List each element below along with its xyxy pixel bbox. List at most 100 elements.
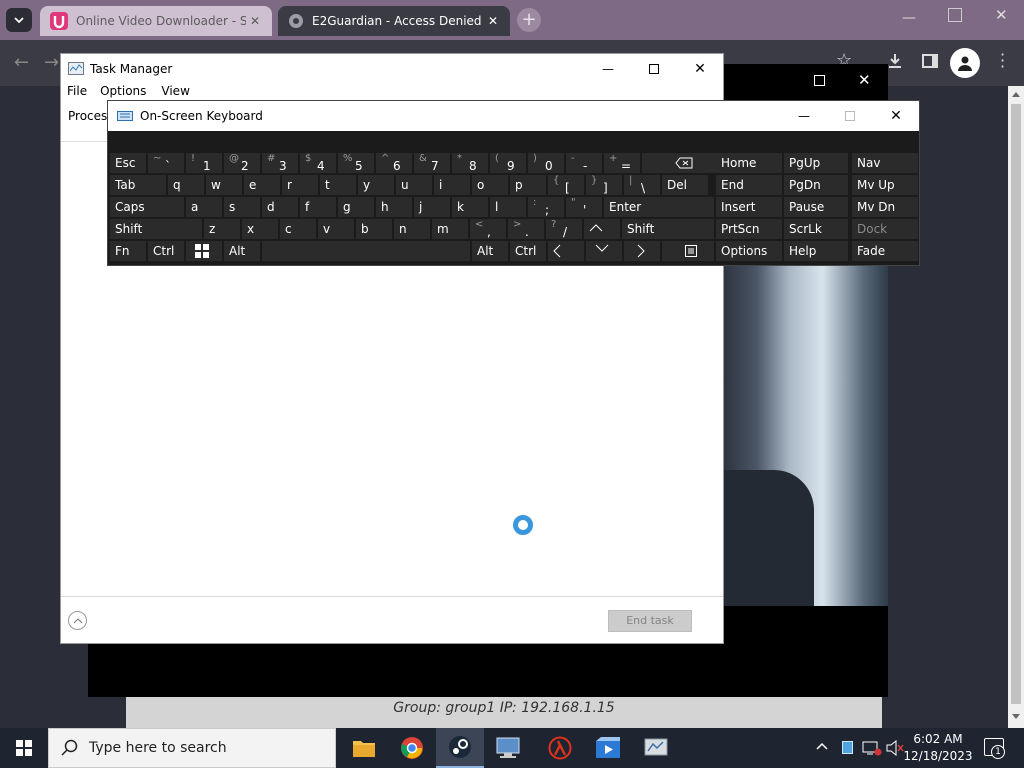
menu-file[interactable]: File [61,84,93,104]
key-home[interactable]: Home [716,153,782,173]
key-arrow-up[interactable] [584,219,620,239]
key-pause[interactable]: Pause [784,197,848,217]
key-char[interactable]: + = [604,153,640,173]
key-char[interactable]: w [206,175,242,195]
key-char[interactable]: p [510,175,546,195]
remote-desktop-icon[interactable] [484,728,532,768]
key-ctrl-right[interactable]: Ctrl [510,241,546,261]
key-mvup[interactable]: Mv Up [852,175,918,195]
key-char[interactable]: & 7 [414,153,450,173]
tab-search-button[interactable] [6,8,32,32]
restore-window-icon[interactable] [948,8,962,22]
key-end[interactable]: End [716,175,782,195]
chrome-icon[interactable] [388,728,436,768]
bg-restore-button[interactable] [814,75,825,86]
key-char[interactable]: b [356,219,392,239]
key-char[interactable]: }] [586,175,622,195]
key-char[interactable]: (9 [490,153,526,173]
key-arrow-right[interactable] [624,241,660,261]
download-icon[interactable] [886,52,904,70]
taskbar-clock[interactable]: 6:02 AM 12/18/2023 [900,728,976,768]
key-char[interactable]: i [434,175,470,195]
key-fade[interactable]: Fade [852,241,918,261]
key-char[interactable]: x [242,219,278,239]
key-pgup[interactable]: PgUp [784,153,848,173]
key-arrow-down[interactable] [586,241,622,261]
media-player-icon[interactable] [584,728,632,768]
end-task-button[interactable]: End task [608,610,692,632]
profile-avatar[interactable] [950,48,980,78]
bg-close-button[interactable]: ✕ [858,71,871,89]
key-char[interactable]: ? / [546,219,582,239]
notification-center-icon[interactable]: 1 [984,738,1005,759]
more-menu-icon[interactable]: · · · [1000,47,1005,75]
key-char[interactable]: " ' [566,197,602,217]
scroll-thumb[interactable] [1011,104,1021,704]
key-char[interactable]: a [186,197,222,217]
key-char[interactable]: e [244,175,280,195]
file-explorer-icon[interactable] [340,728,388,768]
key-char[interactable]: o [472,175,508,195]
key-char[interactable]: ^ 6 [376,153,412,173]
key-char[interactable]: {[ [548,175,584,195]
task-manager-titlebar[interactable]: Task Manager — ✕ [61,54,723,84]
key-char[interactable]: n [394,219,430,239]
minimize-window-icon[interactable]: — [902,10,918,26]
expand-details-icon[interactable] [68,611,87,630]
key-menu[interactable] [662,241,714,261]
key-del[interactable]: Del [662,175,708,195]
key-ctrl-left[interactable]: Ctrl [148,241,184,261]
minimize-button[interactable]: — [585,54,631,84]
key-scrlk[interactable]: ScrLk [784,219,848,239]
key-options[interactable]: Options [716,241,782,261]
key-arrow-left[interactable] [548,241,584,261]
key-char[interactable]: v [318,219,354,239]
scroll-up-icon[interactable] [1012,92,1020,97]
key-char[interactable]: t [320,175,356,195]
new-tab-button[interactable]: + [517,8,541,32]
key-enter[interactable]: Enter [604,197,714,217]
key-char[interactable]: h [376,197,412,217]
tab-ssv[interactable]: Online Video Downloader - SSV ✕ [40,6,272,36]
key-char[interactable]: r [282,175,318,195]
close-window-icon[interactable]: ✕ [995,6,1008,24]
maximize-button[interactable] [631,54,677,84]
key-char[interactable]: ) 0 [528,153,564,173]
key-nav[interactable]: Nav [852,153,918,173]
key-char[interactable]: | \ [624,175,660,195]
tab-e2guardian[interactable]: E2Guardian - Access Denied ✕ [278,6,510,36]
network-tool-icon[interactable] [632,728,680,768]
taskbar-search-box[interactable]: Type here to search [48,728,336,768]
key-pgdn[interactable]: PgDn [784,175,848,195]
key-char[interactable]: @2 [224,153,260,173]
key-mvdn[interactable]: Mv Dn [852,197,918,217]
key-char[interactable]: u [396,175,432,195]
key-char[interactable]: s [224,197,260,217]
key-char[interactable]: #3 [262,153,298,173]
steam-icon[interactable] [436,728,484,768]
key-fn[interactable]: Fn [110,241,146,261]
key-char[interactable]: y [358,175,394,195]
forward-button[interactable]: → [44,52,59,73]
close-icon[interactable]: ✕ [484,14,502,28]
key-char[interactable]: >. [508,219,544,239]
key-char[interactable]: <, [470,219,506,239]
scroll-down-icon[interactable] [1012,714,1020,719]
key-char[interactable]: ~ ` [148,153,184,173]
page-scrollbar[interactable] [1008,86,1024,728]
close-icon[interactable]: ✕ [246,14,264,28]
key-alt-right[interactable]: Alt [472,241,508,261]
key-prtscn[interactable]: PrtScn [716,219,782,239]
key-char[interactable]: c [280,219,316,239]
close-button[interactable]: ✕ [873,101,919,131]
key-esc[interactable]: Esc [110,153,146,173]
key-char[interactable]: m [432,219,468,239]
key-caps[interactable]: Caps [110,197,184,217]
half-life-icon[interactable] [536,728,584,768]
close-button[interactable]: ✕ [677,54,723,84]
side-panel-icon[interactable] [922,54,938,68]
minimize-button[interactable]: — [781,101,827,131]
key-space[interactable] [262,241,470,261]
key-char[interactable]: $4 [300,153,336,173]
key-char[interactable]: d [262,197,298,217]
